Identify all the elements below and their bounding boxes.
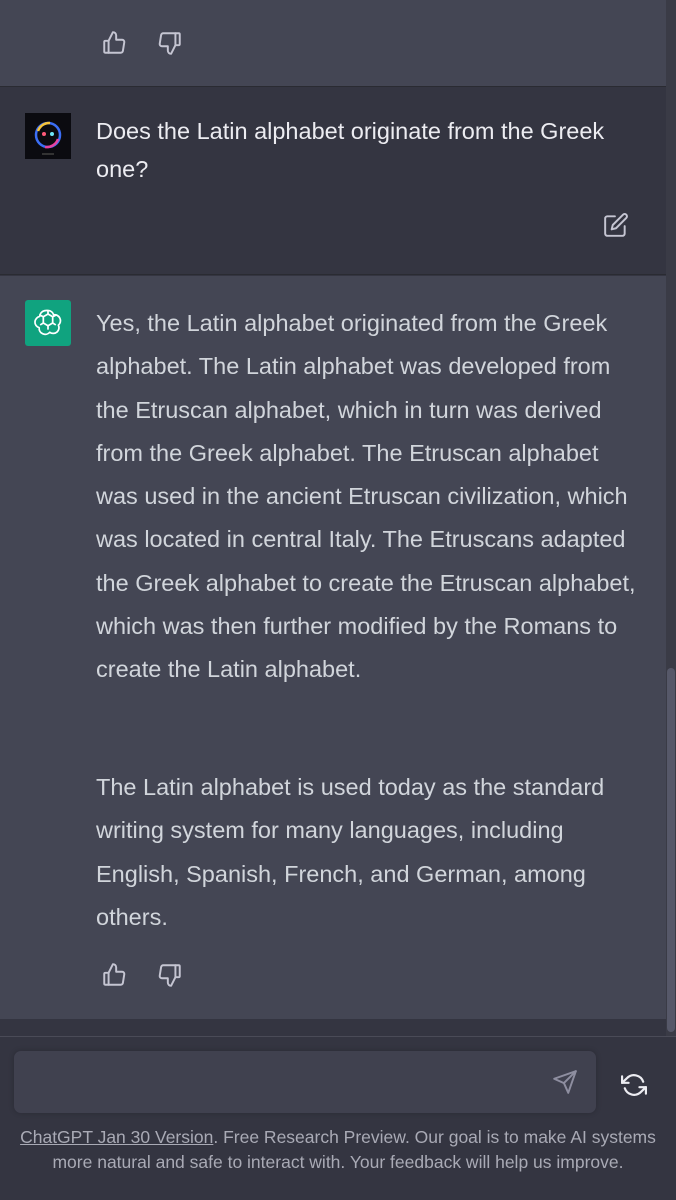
assistant-message: Yes, the Latin alphabet originated from … (0, 276, 666, 1019)
thumbs-up-icon[interactable] (99, 28, 129, 58)
scrollbar-track[interactable] (666, 0, 676, 1036)
scrollbar-thumb[interactable] (667, 668, 675, 1032)
version-link[interactable]: ChatGPT Jan 30 Version (20, 1127, 213, 1147)
assistant-paragraph-1: Yes, the Latin alphabet originated from … (96, 310, 636, 683)
previous-assistant-message (0, 0, 666, 87)
composer-area: ChatGPT Jan 30 Version. Free Research Pr… (0, 1036, 676, 1200)
user-message-text: Does the Latin alphabet originate from t… (96, 118, 605, 182)
thumbs-down-icon[interactable] (155, 960, 185, 990)
send-icon[interactable] (550, 1067, 580, 1097)
message-input-box[interactable] (14, 1051, 596, 1115)
chat-page: Does the Latin alphabet originate from t… (0, 0, 676, 1200)
regenerate-icon[interactable] (619, 1070, 649, 1100)
message-input[interactable] (28, 1051, 532, 1115)
thumbs-up-icon[interactable] (99, 960, 129, 990)
thumbs-down-icon[interactable] (155, 28, 185, 58)
assistant-paragraph-2: The Latin alphabet is used today as the … (96, 774, 605, 930)
footer-disclaimer: ChatGPT Jan 30 Version. Free Research Pr… (20, 1125, 656, 1175)
user-avatar-image (25, 113, 71, 159)
user-message: Does the Latin alphabet originate from t… (0, 87, 666, 275)
openai-logo-icon (25, 300, 71, 346)
edit-icon[interactable] (601, 210, 631, 240)
user-avatar (25, 113, 71, 159)
